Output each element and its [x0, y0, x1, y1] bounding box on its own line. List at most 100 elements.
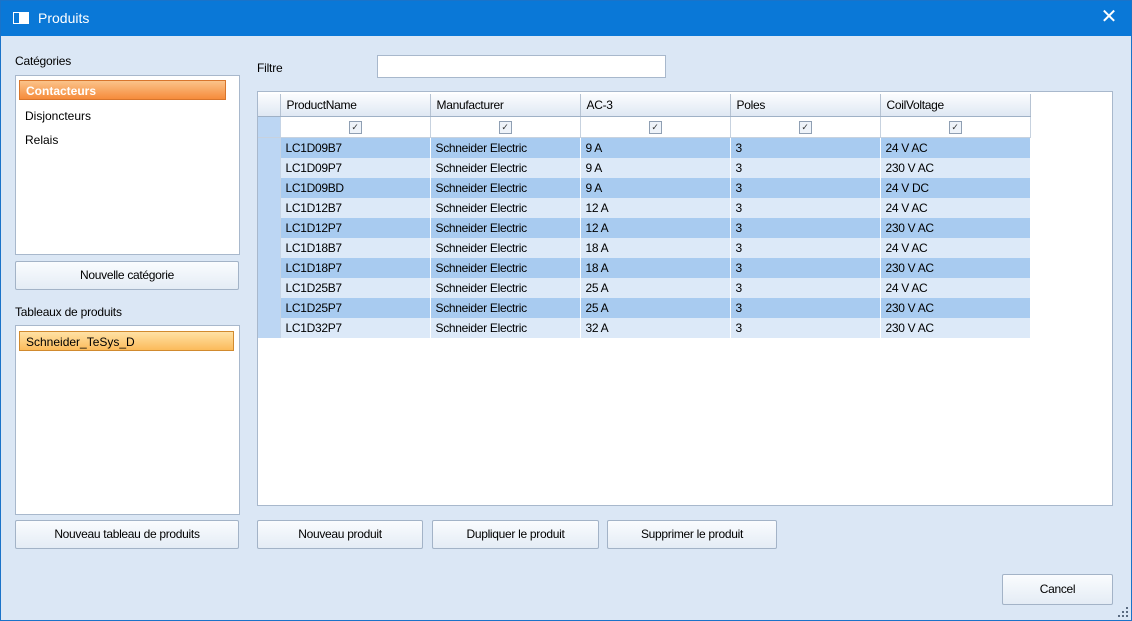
table-cell[interactable]: 18 A	[580, 238, 731, 258]
table-row[interactable]: LC1D12P7 Schneider Electric 12 A 3 230 V AC	[258, 218, 1031, 238]
table-row[interactable]: LC1D12B7 Schneider Electric 12 A 3 24 V AC	[258, 198, 1031, 218]
products-grid[interactable]: ProductName Manufacturer AC-3 Poles Coil…	[257, 91, 1113, 506]
filter-checkbox-manufacturer[interactable]: ✓	[498, 121, 512, 135]
table-cell[interactable]: 230 V AC	[880, 218, 1031, 238]
table-cell[interactable]: 32 A	[580, 318, 731, 338]
table-cell[interactable]: 9 A	[580, 178, 731, 198]
column-header-coilvoltage[interactable]: CoilVoltage	[880, 94, 1031, 117]
row-header[interactable]	[258, 198, 281, 218]
table-row[interactable]: LC1D09P7 Schneider Electric 9 A 3 230 V AC	[258, 158, 1031, 178]
category-item-relais[interactable]: Relais	[19, 130, 58, 150]
table-cell[interactable]: Schneider Electric	[430, 278, 581, 298]
table-cell[interactable]: 24 V AC	[880, 278, 1031, 298]
table-cell[interactable]: 230 V AC	[880, 158, 1031, 178]
table-cell[interactable]: 3	[730, 238, 881, 258]
table-cell[interactable]: LC1D25P7	[280, 298, 431, 318]
table-cell[interactable]: 12 A	[580, 198, 731, 218]
table-cell[interactable]: 12 A	[580, 218, 731, 238]
table-cell[interactable]: Schneider Electric	[430, 238, 581, 258]
table-cell[interactable]: Schneider Electric	[430, 158, 581, 178]
table-cell[interactable]: Schneider Electric	[430, 218, 581, 238]
column-header-ac3[interactable]: AC-3	[580, 94, 731, 117]
table-row[interactable]: LC1D32P7 Schneider Electric 32 A 3 230 V AC	[258, 318, 1031, 338]
table-cell[interactable]: LC1D25B7	[280, 278, 431, 298]
cancel-button[interactable]: Cancel	[1002, 574, 1113, 605]
table-cell[interactable]: Schneider Electric	[430, 318, 581, 338]
table-cell[interactable]: Schneider Electric	[430, 258, 581, 278]
table-row[interactable]: LC1D25B7 Schneider Electric 25 A 3 24 V AC	[258, 278, 1031, 298]
table-cell[interactable]: 3	[730, 258, 881, 278]
category-item-disjoncteurs[interactable]: Disjoncteurs	[19, 106, 91, 126]
category-item-contacteurs[interactable]: Contacteurs	[19, 80, 226, 100]
filter-label: Filtre	[257, 61, 283, 75]
table-row[interactable]: LC1D09BD Schneider Electric 9 A 3 24 V DC	[258, 178, 1031, 198]
table-cell[interactable]: 3	[730, 178, 881, 198]
table-cell[interactable]: Schneider Electric	[430, 178, 581, 198]
table-cell[interactable]: 9 A	[580, 158, 731, 178]
table-row[interactable]: LC1D18P7 Schneider Electric 18 A 3 230 V AC	[258, 258, 1031, 278]
filter-checkbox-poles[interactable]: ✓	[798, 121, 812, 135]
table-cell[interactable]: 3	[730, 158, 881, 178]
row-header[interactable]	[258, 258, 281, 278]
row-header[interactable]	[258, 238, 281, 258]
filter-checkbox-coilvoltage[interactable]: ✓	[948, 121, 962, 135]
row-header[interactable]	[258, 137, 281, 158]
table-cell[interactable]: LC1D09BD	[280, 178, 431, 198]
table-cell[interactable]: 230 V AC	[880, 258, 1031, 278]
row-header[interactable]	[258, 278, 281, 298]
column-header-poles[interactable]: Poles	[730, 94, 881, 117]
table-cell[interactable]: 9 A	[580, 137, 731, 158]
table-cell[interactable]: 3	[730, 278, 881, 298]
filter-checkbox-productname[interactable]: ✓	[348, 121, 362, 135]
table-cell[interactable]: LC1D12P7	[280, 218, 431, 238]
categories-label: Catégories	[15, 54, 72, 68]
table-cell[interactable]: 3	[730, 218, 881, 238]
row-header[interactable]	[258, 318, 281, 338]
table-cell[interactable]: 25 A	[580, 278, 731, 298]
table-cell[interactable]: Schneider Electric	[430, 298, 581, 318]
table-cell[interactable]: LC1D18B7	[280, 238, 431, 258]
new-product-table-button[interactable]: Nouveau tableau de produits	[15, 520, 239, 549]
table-cell[interactable]: LC1D09B7	[280, 137, 431, 158]
filter-checkbox-ac3[interactable]: ✓	[648, 121, 662, 135]
table-cell[interactable]: LC1D32P7	[280, 318, 431, 338]
duplicate-product-button[interactable]: Dupliquer le produit	[432, 520, 599, 549]
table-cell[interactable]: Schneider Electric	[430, 198, 581, 218]
close-icon[interactable]: ✕	[1087, 1, 1131, 36]
table-cell[interactable]: LC1D09P7	[280, 158, 431, 178]
table-cell[interactable]: 3	[730, 198, 881, 218]
table-item-schneider-tesys-d[interactable]: Schneider_TeSys_D	[19, 331, 234, 351]
table-cell[interactable]: 3	[730, 298, 881, 318]
table-row[interactable]: LC1D18B7 Schneider Electric 18 A 3 24 V AC	[258, 238, 1031, 258]
table-cell[interactable]: LC1D18P7	[280, 258, 431, 278]
table-cell[interactable]: 18 A	[580, 258, 731, 278]
table-row[interactable]: LC1D09B7 Schneider Electric 9 A 3 24 V AC	[258, 137, 1031, 158]
new-product-button[interactable]: Nouveau produit	[257, 520, 423, 549]
table-cell[interactable]: Schneider Electric	[430, 137, 581, 158]
row-header[interactable]	[258, 158, 281, 178]
table-cell[interactable]: 230 V AC	[880, 298, 1031, 318]
table-cell[interactable]: 25 A	[580, 298, 731, 318]
filter-input[interactable]	[377, 55, 666, 78]
categories-list[interactable]: Contacteurs Disjoncteurs Relais	[15, 75, 240, 255]
filter-row: ✓ ✓ ✓ ✓ ✓	[258, 116, 1031, 138]
table-cell[interactable]: 3	[730, 318, 881, 338]
products-dialog: Produits ✕ Catégories Contacteurs Disjon…	[0, 0, 1132, 621]
new-category-button[interactable]: Nouvelle catégorie	[15, 261, 239, 290]
row-header[interactable]	[258, 218, 281, 238]
table-cell[interactable]: 24 V DC	[880, 178, 1031, 198]
table-cell[interactable]: 3	[730, 137, 881, 158]
column-header-manufacturer[interactable]: Manufacturer	[430, 94, 581, 117]
table-cell[interactable]: 24 V AC	[880, 238, 1031, 258]
product-tables-list[interactable]: Schneider_TeSys_D	[15, 325, 240, 515]
table-cell[interactable]: 230 V AC	[880, 318, 1031, 338]
table-cell[interactable]: LC1D12B7	[280, 198, 431, 218]
resize-grip-icon[interactable]	[1118, 607, 1128, 617]
table-cell[interactable]: 24 V AC	[880, 137, 1031, 158]
delete-product-button[interactable]: Supprimer le produit	[607, 520, 777, 549]
row-header[interactable]	[258, 298, 281, 318]
column-header-productname[interactable]: ProductName	[280, 94, 431, 117]
table-cell[interactable]: 24 V AC	[880, 198, 1031, 218]
table-row[interactable]: LC1D25P7 Schneider Electric 25 A 3 230 V AC	[258, 298, 1031, 318]
row-header[interactable]	[258, 178, 281, 198]
